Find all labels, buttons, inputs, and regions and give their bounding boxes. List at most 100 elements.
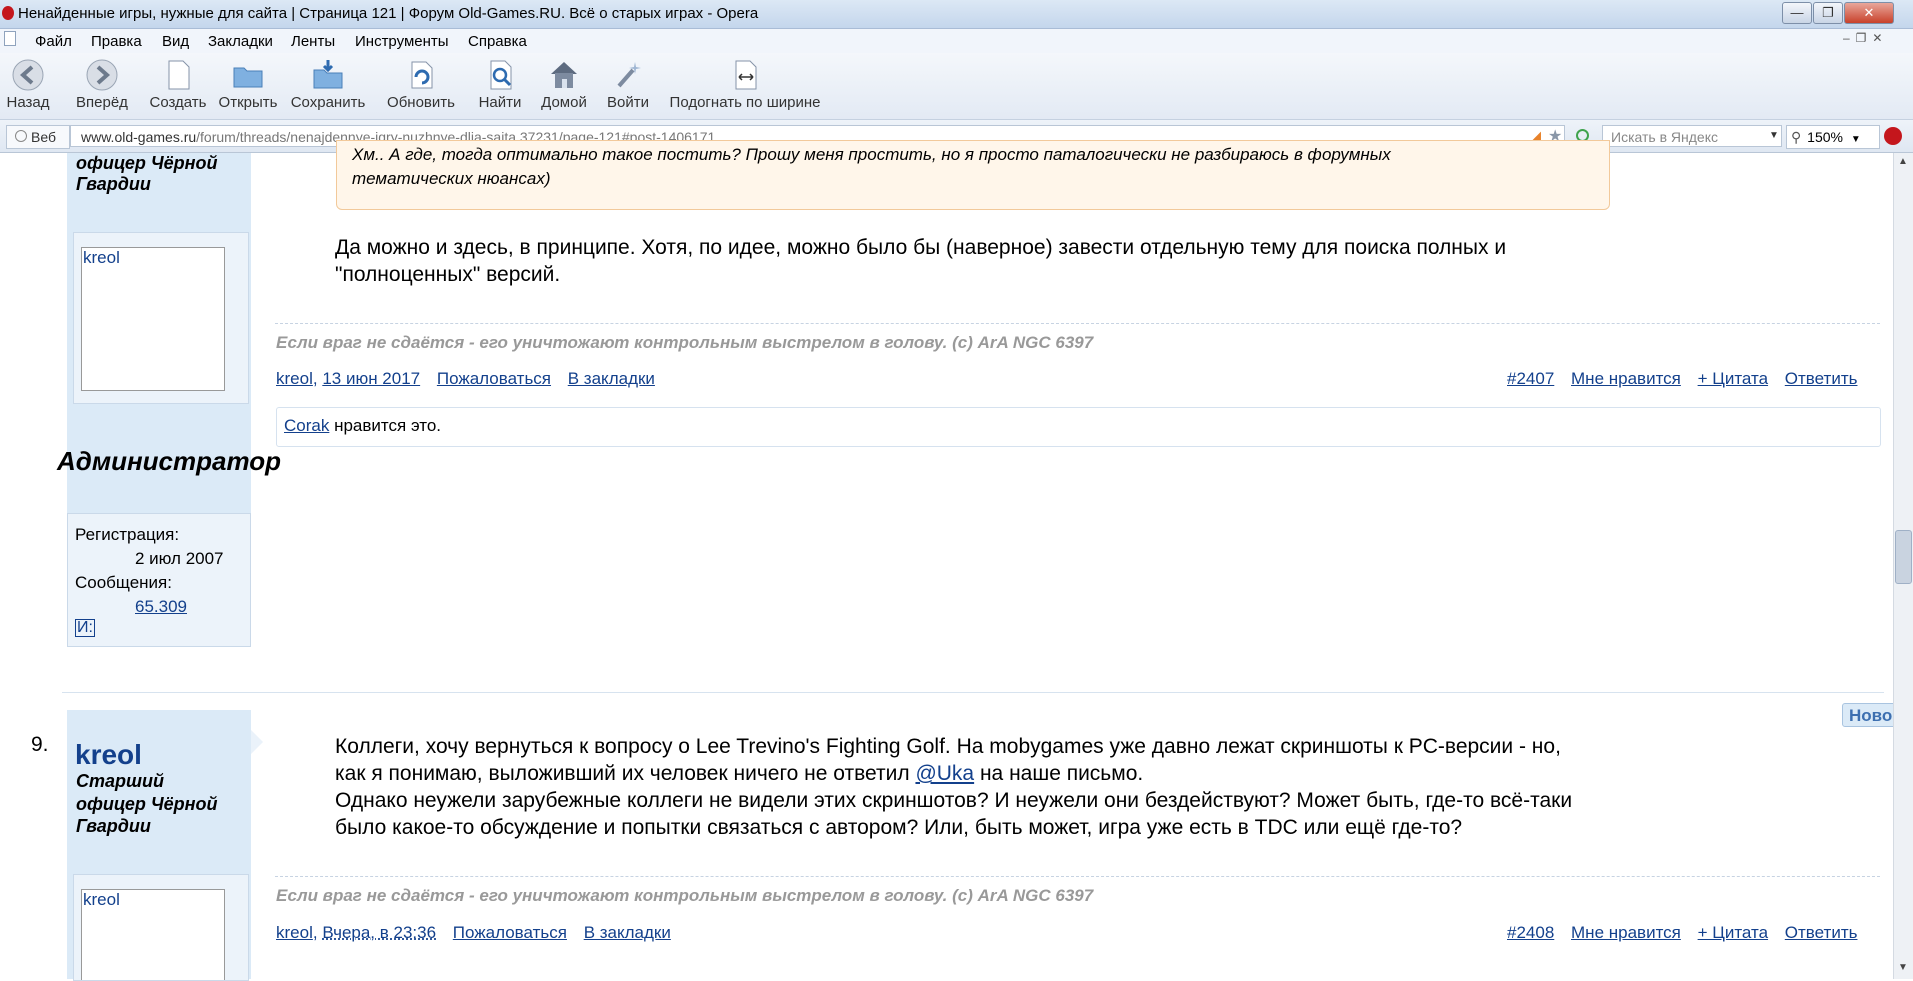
post2-username[interactable]: kreol (75, 739, 142, 771)
post1-reply-link[interactable]: Ответить (1785, 369, 1858, 388)
fit-width-button[interactable]: Подогнать по ширине (666, 58, 824, 116)
post1-msgs-count[interactable]: 65.309 (135, 597, 187, 617)
back-arrow-icon (11, 58, 45, 92)
menu-bookmarks[interactable]: Закладки (208, 33, 273, 50)
post1-comma: , (312, 369, 323, 388)
scroll-up-arrow-icon[interactable]: ▲ (1896, 156, 1910, 170)
tab-controls[interactable]: –❐✕ (1843, 31, 1891, 49)
back-button[interactable]: Назад (4, 58, 52, 116)
post1-extra-label: И: (75, 619, 95, 637)
opera-menu-icon[interactable] (1884, 127, 1902, 145)
find-label: Найти (478, 94, 522, 111)
reload-button[interactable]: Обновить (384, 58, 458, 116)
post1-report-link[interactable]: Пожаловаться (437, 369, 551, 388)
post2-number: 9. (31, 733, 49, 756)
globe-icon (15, 130, 27, 142)
post1-number-link[interactable]: #2407 (1507, 369, 1554, 388)
back-label: Назад (6, 94, 50, 111)
forward-button[interactable]: Вперёд (74, 58, 130, 116)
menu-bar (0, 29, 1913, 53)
post1-bookmark-link[interactable]: В закладки (568, 369, 655, 388)
post1-liked-user-link[interactable]: Corak (284, 416, 329, 435)
search-input[interactable]: Искать в Яндекс (1602, 125, 1782, 147)
post1-author-link[interactable]: kreol (276, 369, 313, 388)
post1-signature-divider (275, 323, 1880, 324)
post2-bookmark-link[interactable]: В закладки (584, 923, 671, 942)
post2-date-link[interactable]: Вчера, в 23:36 (322, 923, 436, 942)
page-icon (4, 31, 16, 46)
menu-help[interactable]: Справка (468, 33, 527, 50)
post2-report-link[interactable]: Пожаловаться (453, 923, 567, 942)
create-button[interactable]: Создать (148, 58, 208, 116)
post2-arrow-tab (251, 730, 263, 754)
post1-likes-box (276, 407, 1881, 447)
scroll-down-arrow-icon[interactable]: ▼ (1896, 962, 1910, 976)
post2-like-link[interactable]: Мне нравится (1571, 923, 1681, 942)
post2-mention-link[interactable]: @Uka (915, 762, 974, 785)
search-dropdown-icon[interactable]: ▼ (1767, 126, 1781, 146)
zoom-magnifier-icon: ⚲ (1791, 129, 1802, 145)
login-label: Войти (607, 94, 649, 111)
menu-edit[interactable]: Правка (91, 33, 142, 50)
save-label: Сохранить (290, 94, 366, 111)
menu-feeds[interactable]: Ленты (291, 33, 335, 50)
forward-label: Вперёд (76, 94, 128, 111)
post2-user-title-line1: Старший (76, 771, 165, 791)
post1-like-link[interactable]: Мне нравится (1571, 369, 1681, 388)
open-button[interactable]: Открыть (217, 58, 279, 116)
reload-label: Обновить (387, 94, 455, 111)
post1-text-line2: "полноценных" версий. (335, 263, 561, 286)
page-content (0, 153, 1893, 979)
post1-text-line1: Да можно и здесь, в принципе. Хотя, по и… (335, 236, 1507, 259)
post2-text-line2: как я понимаю, выложивший их человек нич… (335, 760, 1143, 787)
zoom-select[interactable]: ⚲ 150% ▼ (1786, 125, 1880, 149)
post1-reg-date: 2 июл 2007 (135, 549, 224, 568)
web-label: Веб (31, 129, 56, 145)
post2-comma: , (312, 923, 323, 942)
minimize-button[interactable]: — (1782, 2, 1812, 24)
post2-reply-link[interactable]: Ответить (1785, 923, 1858, 942)
close-button[interactable]: ✕ (1844, 2, 1894, 24)
post2-number-link[interactable]: #2408 (1507, 923, 1554, 942)
post1-user-role: Администратор (57, 446, 282, 476)
post1-quote-link[interactable]: + Цитата (1698, 369, 1768, 388)
home-button[interactable]: Домой (539, 58, 589, 116)
toolbar (0, 53, 1913, 120)
post1-avatar[interactable] (81, 247, 225, 391)
web-security-badge[interactable]: Веб (6, 125, 70, 149)
login-button[interactable]: Войти (606, 58, 650, 116)
post2-text-line3: Однако неужели зарубежные коллеги не вид… (335, 789, 1573, 812)
post1-date-link[interactable]: 13 июн 2017 (322, 369, 420, 388)
home-icon (547, 58, 581, 92)
menu-tools[interactable]: Инструменты (355, 33, 449, 50)
opera-logo-icon (2, 6, 14, 20)
post2-actions: #2408 Мне нравится + Цитата Ответить (1507, 923, 1857, 943)
post2-user-title-line3: Гвардии (76, 816, 151, 836)
zoom-dropdown-icon: ▼ (1850, 134, 1861, 145)
find-button[interactable]: Найти (478, 58, 522, 116)
url-host: www.old-games.ru (81, 129, 197, 145)
post2-text-line4: было какое-то обсуждение и попытки связа… (335, 816, 1463, 839)
magnifier-page-icon (483, 58, 517, 92)
post1-reg-label: Регистрация: (75, 525, 180, 544)
post1-avatar-name[interactable]: kreol (83, 248, 120, 268)
post2-quote-link[interactable]: + Цитата (1698, 923, 1768, 942)
post1-likes-text: Corak нравится это. (284, 416, 441, 436)
wand-icon (611, 58, 645, 92)
fit-width-icon (728, 58, 762, 92)
post1-msgs-label: Сообщения: (75, 573, 172, 592)
maximize-button[interactable]: ❐ (1813, 2, 1843, 24)
post1-quote-line1: Хм.. А где, тогда оптимально такое пости… (352, 145, 1391, 164)
post2-user-title-line2: офицер Чёрной (76, 794, 218, 814)
post1-meta: kreol, 13 июн 2017 Пожаловаться В заклад… (276, 369, 655, 389)
save-button[interactable]: Сохранить (290, 58, 366, 116)
post2-author-link[interactable]: kreol (276, 923, 313, 942)
menu-view[interactable]: Вид (162, 33, 189, 50)
menu-file[interactable]: Файл (35, 33, 72, 50)
post1-signature: Если враг не сдаётся - его уничтожают ко… (276, 333, 1094, 352)
fit-width-label: Подогнать по ширине (669, 94, 821, 111)
window-title: Ненайденные игры, нужные для сайта | Стр… (18, 5, 759, 22)
scrollbar-thumb[interactable] (1895, 530, 1912, 584)
post1-user-title-line2: Гвардии (76, 174, 151, 194)
post2-avatar-name[interactable]: kreol (83, 890, 120, 910)
